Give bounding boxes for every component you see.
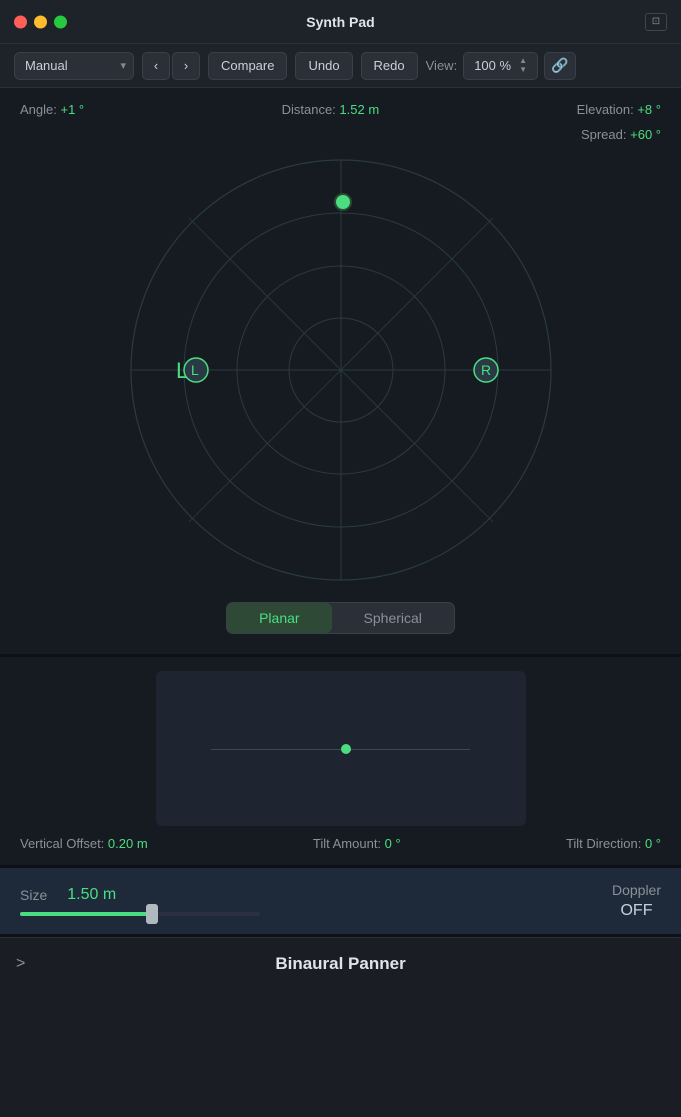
- zoom-arrows: ▲ ▼: [519, 57, 527, 74]
- title-bar: Synth Pad ⊡: [0, 0, 681, 44]
- tilt-direction-label: Tilt Direction:: [566, 836, 641, 851]
- tilt-amount-label: Tilt Amount:: [313, 836, 381, 851]
- spread-row: Spread: +60 °: [20, 127, 661, 142]
- window-action-icon: ⊡: [652, 16, 660, 27]
- zoom-up-icon: ▲: [519, 57, 527, 65]
- angle-label: Angle:: [20, 102, 57, 117]
- maximize-button[interactable]: [54, 15, 67, 28]
- polar-svg: L L R: [121, 150, 561, 590]
- side-info-bar: Vertical Offset: 0.20 m Tilt Amount: 0 °…: [20, 836, 661, 851]
- doppler-label: Doppler: [612, 882, 661, 898]
- bottom-bar: > Binaural Panner: [0, 937, 681, 989]
- vertical-offset-display: Vertical Offset: 0.20 m: [20, 836, 148, 851]
- window-title: Synth Pad: [306, 14, 374, 30]
- preset-select[interactable]: Manual: [14, 52, 134, 80]
- view-label: View:: [426, 58, 458, 73]
- redo-button[interactable]: Redo: [361, 52, 418, 80]
- doppler-section: Doppler OFF: [612, 882, 661, 920]
- zoom-value: 100 %: [474, 58, 511, 73]
- angle-value: +1 °: [61, 102, 85, 117]
- size-section: Size 1.50 m: [20, 886, 572, 916]
- tilt-amount-value: 0 °: [385, 836, 401, 851]
- toolbar: Manual ‹ › Compare Undo Redo View: 100 %…: [0, 44, 681, 88]
- spherical-tab[interactable]: Spherical: [332, 603, 454, 633]
- elevation-label: Elevation:: [577, 102, 634, 117]
- nav-prev-button[interactable]: ‹: [142, 52, 170, 80]
- view-control: View: 100 % ▲ ▼ 🔗: [426, 52, 576, 80]
- svg-text:R: R: [481, 362, 491, 378]
- undo-button[interactable]: Undo: [295, 52, 352, 80]
- vertical-offset-label: Vertical Offset:: [20, 836, 104, 851]
- toggle-bar: Planar Spherical: [20, 602, 661, 634]
- distance-value: 1.52 m: [339, 102, 379, 117]
- traffic-lights: [14, 15, 67, 28]
- elevation-value: +8 °: [637, 102, 661, 117]
- zoom-down-icon: ▼: [519, 66, 527, 74]
- link-icon: 🔗: [551, 57, 568, 74]
- side-view-box[interactable]: [156, 671, 526, 826]
- spread-value: +60 °: [630, 127, 661, 142]
- slider-fill: [20, 912, 152, 916]
- side-view-area: Vertical Offset: 0.20 m Tilt Amount: 0 °…: [0, 657, 681, 865]
- footer-title: Binaural Panner: [275, 954, 405, 974]
- polar-container[interactable]: L L R: [20, 150, 661, 590]
- slider-thumb[interactable]: [146, 904, 158, 924]
- compare-button[interactable]: Compare: [208, 52, 287, 80]
- distance-label: Distance:: [282, 102, 336, 117]
- planar-tab[interactable]: Planar: [227, 603, 331, 633]
- nav-group: ‹ ›: [142, 52, 200, 80]
- polar-plot[interactable]: L L R: [121, 150, 561, 590]
- doppler-value: OFF: [620, 902, 652, 920]
- bottom-controls: Size 1.50 m Doppler OFF: [0, 868, 681, 934]
- zoom-box[interactable]: 100 % ▲ ▼: [463, 52, 538, 80]
- toggle-group: Planar Spherical: [226, 602, 455, 634]
- panner-area: Angle: +1 ° Distance: 1.52 m Elevation: …: [0, 88, 681, 654]
- angle-display: Angle: +1 °: [20, 102, 84, 117]
- vertical-offset-value: 0.20 m: [108, 836, 148, 851]
- preset-dropdown-wrap: Manual: [14, 52, 134, 80]
- size-label-row: Size 1.50 m: [20, 886, 572, 904]
- tilt-direction-display: Tilt Direction: 0 °: [566, 836, 661, 851]
- distance-display: Distance: 1.52 m: [282, 102, 380, 117]
- info-bar-top: Angle: +1 ° Distance: 1.52 m Elevation: …: [20, 102, 661, 117]
- size-slider[interactable]: [20, 912, 260, 916]
- svg-text:L: L: [191, 362, 199, 378]
- side-view-dot[interactable]: [341, 744, 351, 754]
- size-value: 1.50 m: [67, 886, 116, 904]
- minimize-button[interactable]: [34, 15, 47, 28]
- close-button[interactable]: [14, 15, 27, 28]
- tilt-amount-display: Tilt Amount: 0 °: [313, 836, 401, 851]
- nav-next-button[interactable]: ›: [172, 52, 200, 80]
- size-label: Size: [20, 887, 47, 903]
- footer-chevron-icon[interactable]: >: [16, 955, 25, 973]
- window-action-button[interactable]: ⊡: [645, 13, 667, 31]
- elevation-display: Elevation: +8 °: [577, 102, 661, 117]
- spread-label: Spread:: [581, 127, 627, 142]
- link-button[interactable]: 🔗: [544, 52, 576, 80]
- tilt-direction-value: 0 °: [645, 836, 661, 851]
